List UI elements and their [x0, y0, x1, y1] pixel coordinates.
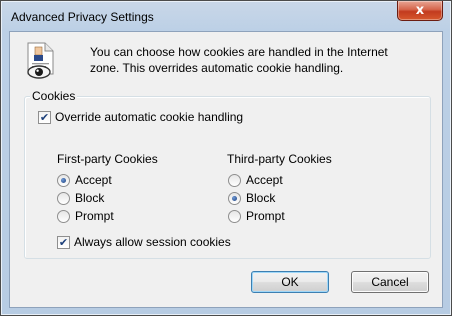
- session-checkbox-box[interactable]: ✔: [57, 235, 70, 249]
- checkmark-icon: ✔: [39, 110, 50, 124]
- title-bar[interactable]: Advanced Privacy Settings x: [1, 1, 451, 31]
- radio-selected-dot: [232, 195, 237, 201]
- cancel-button[interactable]: Cancel: [351, 271, 429, 293]
- third-party-accept-radio[interactable]: Accept: [228, 173, 283, 187]
- privacy-eye-document-icon: [27, 42, 54, 79]
- dialog-window: Advanced Privacy Settings x You can choo…: [0, 0, 452, 316]
- third-party-block-radio[interactable]: Block: [228, 191, 275, 205]
- third-party-prompt-radio[interactable]: Prompt: [228, 209, 285, 223]
- radio-label: Block: [246, 191, 276, 205]
- close-icon: x: [415, 3, 425, 18]
- first-party-cookies-label: First-party Cookies: [57, 152, 158, 166]
- override-checkbox-label: Override automatic cookie handling: [55, 110, 244, 124]
- radio-label: Block: [75, 191, 105, 205]
- radio-button[interactable]: [57, 209, 70, 223]
- third-party-cookies-label: Third-party Cookies: [227, 152, 332, 166]
- first-party-prompt-radio[interactable]: Prompt: [57, 209, 114, 223]
- override-checkbox-box[interactable]: ✔: [38, 110, 51, 124]
- override-cookie-handling-checkbox[interactable]: ✔ Override automatic cookie handling: [38, 110, 243, 124]
- radio-label: Accept: [246, 173, 283, 187]
- radio-button[interactable]: [228, 209, 241, 223]
- radio-button[interactable]: [228, 173, 241, 187]
- close-button[interactable]: x: [397, 1, 443, 21]
- first-party-accept-radio[interactable]: Accept: [57, 173, 112, 187]
- ok-button[interactable]: OK: [251, 271, 329, 293]
- radio-button[interactable]: [228, 191, 241, 205]
- session-cookies-checkbox[interactable]: ✔ Always allow session cookies: [57, 235, 231, 249]
- dialog-content: You can choose how cookies are handled i…: [9, 31, 443, 308]
- info-description: You can choose how cookies are handled i…: [90, 45, 388, 75]
- radio-button[interactable]: [57, 191, 70, 205]
- radio-label: Accept: [75, 173, 112, 187]
- checkmark-icon: ✔: [58, 235, 69, 249]
- first-party-block-radio[interactable]: Block: [57, 191, 104, 205]
- radio-label: Prompt: [75, 209, 114, 223]
- radio-label: Prompt: [246, 209, 285, 223]
- radio-selected-dot: [61, 177, 66, 183]
- window-title: Advanced Privacy Settings: [11, 10, 154, 24]
- session-checkbox-label: Always allow session cookies: [74, 235, 231, 249]
- cookies-group-label: Cookies: [30, 89, 78, 103]
- radio-button[interactable]: [57, 173, 70, 187]
